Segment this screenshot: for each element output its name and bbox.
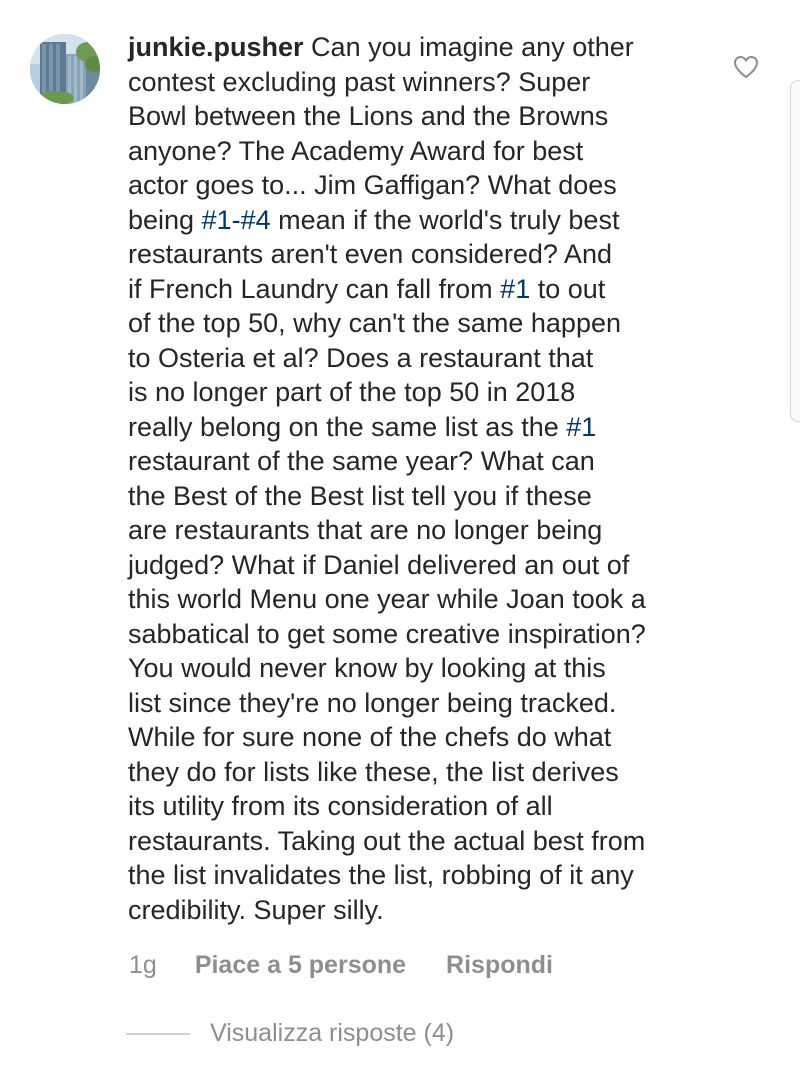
comment-meta-row: 1g Piace a 5 persone Rispondi <box>129 950 553 980</box>
comment-text-segment: are restaurants that are no longer being <box>128 515 603 545</box>
comment-line: this world Menu one year while Joan took… <box>128 582 728 617</box>
comment-text-segment: if French Laundry can fall from <box>128 273 501 304</box>
comment-text-segment: anyone? The Academy Award for best <box>128 135 584 166</box>
hashtag-link[interactable]: #1 <box>566 412 596 442</box>
comment-timestamp[interactable]: 1g <box>129 950 157 980</box>
reply-button[interactable]: Rispondi <box>446 950 553 980</box>
comment-line: anyone? The Academy Award for best <box>128 134 728 169</box>
comment-line: of the top 50, why can't the same happen <box>128 306 728 341</box>
comment-text-segment: judged? What if Daniel delivered an out … <box>128 549 630 580</box>
comment-text-segment: restaurants. Taking out the actual best … <box>128 825 646 856</box>
comment-text-segment: to out <box>530 273 606 304</box>
comment-line: restaurants. Taking out the actual best … <box>128 824 728 859</box>
comment-line: credibility. Super silly. <box>128 893 728 928</box>
comment-line: judged? What if Daniel delivered an out … <box>128 548 728 583</box>
comment-line: junkie.pusher Can you imagine any other <box>128 30 728 65</box>
comment-text-segment: restaurants aren't even considered? And <box>128 239 612 269</box>
comment-line: the list invalidates the list, robbing o… <box>128 858 728 893</box>
view-replies-button[interactable]: Visualizza risposte (4) <box>126 1018 454 1048</box>
replies-divider-line <box>126 1033 190 1036</box>
avatar[interactable] <box>30 34 100 104</box>
comment-line: is no longer part of the top 50 in 2018 <box>128 375 728 410</box>
comment-line: if French Laundry can fall from #1 to ou… <box>128 272 728 307</box>
hashtag-link[interactable]: #1-#4 <box>202 205 271 235</box>
comment-line: they do for lists like these, the list d… <box>128 755 728 790</box>
comment-text-segment: its utility from its consideration of al… <box>128 791 553 821</box>
comment-text-segment: You would never know by looking at this <box>128 653 606 683</box>
comment-line: actor goes to... Jim Gaffigan? What does <box>128 168 728 203</box>
comment-line: list since they're no longer being track… <box>128 686 728 721</box>
comment-text-segment: the Best of the Best list tell you if th… <box>128 480 592 511</box>
comment-line: to Osteria et al? Does a restaurant that <box>128 341 728 376</box>
comment-line: its utility from its consideration of al… <box>128 789 728 824</box>
hashtag-link[interactable]: #1 <box>500 274 530 304</box>
comment-text-segment: to Osteria et al? Does a restaurant that <box>128 342 594 373</box>
heart-outline-icon[interactable] <box>733 55 759 79</box>
comment-text-segment: contest excluding past winners? Super <box>128 66 591 97</box>
likes-count-button[interactable]: Piace a 5 persone <box>195 950 406 980</box>
comment-text-segment: they do for lists like these, the list d… <box>128 756 619 787</box>
comment-text-segment: list since they're no longer being track… <box>128 687 617 718</box>
comment-text-segment: Bowl between the Lions and the Browns <box>128 101 609 131</box>
comment-line: being #1-#4 mean if the world's truly be… <box>128 203 728 238</box>
avatar-building-image <box>30 34 100 104</box>
comment-text-segment: restaurant of the same year? What can <box>128 446 595 476</box>
comment-line: sabbatical to get some creative inspirat… <box>128 617 728 652</box>
comment-text-segment: Can you imagine any other <box>303 32 634 62</box>
comment-line: You would never know by looking at this <box>128 651 728 686</box>
comment-text-segment: this world Menu one year while Joan took… <box>128 584 646 614</box>
comment-line: contest excluding past winners? Super <box>128 65 728 100</box>
comment-text-segment: of the top 50, why can't the same happen <box>128 308 621 338</box>
comment-text-segment: being <box>128 204 202 235</box>
comment-text-segment: sabbatical to get some creative inspirat… <box>128 618 646 649</box>
comment-line: really belong on the same list as the #1 <box>128 410 728 445</box>
comment-line: restaurants aren't even considered? And <box>128 237 728 272</box>
comment-line: restaurant of the same year? What can <box>128 444 728 479</box>
comment-text-segment: is no longer part of the top 50 in 2018 <box>128 377 576 407</box>
comment-line: are restaurants that are no longer being <box>128 513 728 548</box>
view-replies-label: Visualizza risposte (4) <box>210 1019 455 1047</box>
comment-text-segment: actor goes to... Jim Gaffigan? What does <box>128 170 617 200</box>
comment-line: While for sure none of the chefs do what <box>128 720 728 755</box>
comment-text-segment: really belong on the same list as the <box>128 411 567 442</box>
comment-line: Bowl between the Lions and the Browns <box>128 99 728 134</box>
heart-icon <box>734 56 758 78</box>
comment-text: junkie.pusher Can you imagine any other … <box>128 30 728 927</box>
scrollbar[interactable] <box>790 80 800 422</box>
comment-text-segment: mean if the world's truly best <box>270 204 620 235</box>
comment-item: junkie.pusher Can you imagine any other … <box>0 0 800 1084</box>
comment-line: the Best of the Best list tell you if th… <box>128 479 728 514</box>
comment-text-segment: credibility. Super silly. <box>128 894 384 925</box>
comment-text-segment: the list invalidates the list, robbing o… <box>128 860 634 890</box>
comment-text-segment: While for sure none of the chefs do what <box>128 722 612 752</box>
username-link[interactable]: junkie.pusher <box>128 32 304 62</box>
